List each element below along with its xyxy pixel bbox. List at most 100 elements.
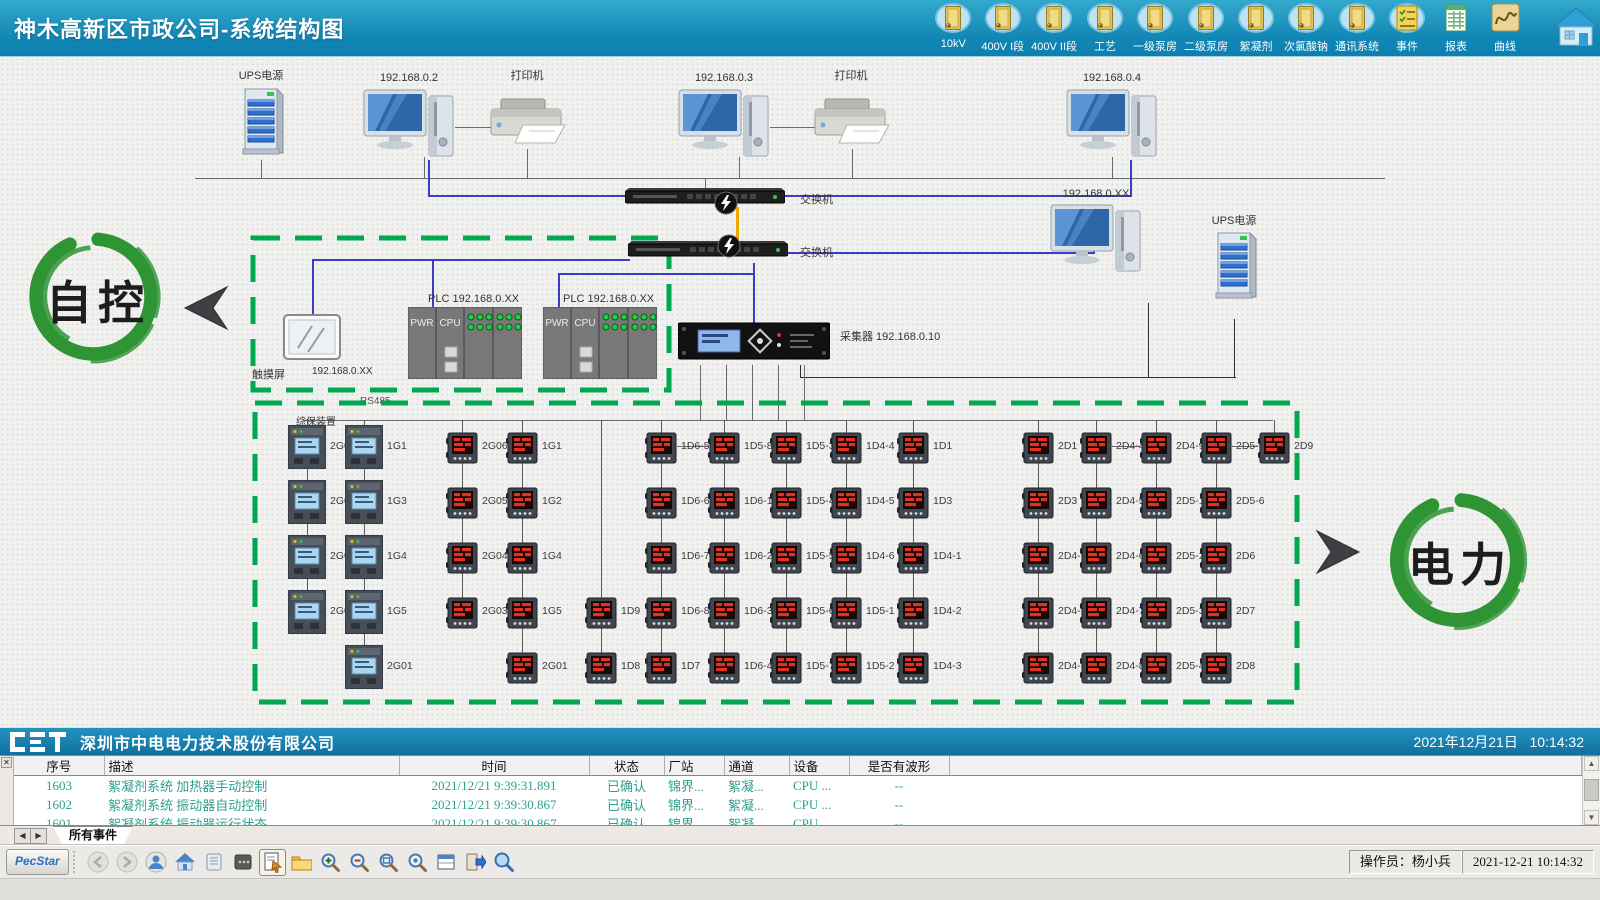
meter-2D3[interactable]	[1022, 487, 1054, 524]
meter-1D6-2[interactable]	[708, 542, 740, 579]
meter-1D1[interactable]	[897, 432, 929, 469]
meter-1D5-5[interactable]	[770, 542, 802, 579]
device-plc-2[interactable]: PWRCPU	[543, 307, 657, 384]
meter-1D7[interactable]	[645, 652, 677, 689]
meter-2D4-2[interactable]	[1022, 597, 1054, 634]
meter-2D1[interactable]	[1022, 432, 1054, 469]
meter-1D4-2[interactable]	[897, 597, 929, 634]
nav-item-hypochlorite[interactable]: 次氯酸钠	[1284, 3, 1328, 54]
tab-next-icon[interactable]: ▶	[31, 829, 46, 843]
meter-1D4-4[interactable]	[830, 432, 862, 469]
user-button[interactable]	[143, 849, 170, 876]
meter-2D4-8[interactable]	[1080, 652, 1112, 689]
zoom-reset-button[interactable]	[404, 849, 431, 876]
nav-item-pump-house-1[interactable]: 一级泵房	[1133, 3, 1177, 54]
notebook-button[interactable]	[201, 849, 228, 876]
relay-2G05[interactable]	[288, 480, 326, 529]
meter-1D9[interactable]	[585, 597, 617, 634]
column-header[interactable]: 设备	[789, 756, 849, 776]
scroll-up-icon[interactable]: ▲	[1584, 756, 1599, 771]
scroll-down-icon[interactable]: ▼	[1584, 810, 1599, 825]
nav-item-comm-system[interactable]: 通讯系统	[1335, 3, 1379, 54]
window-button[interactable]	[433, 849, 460, 876]
column-header[interactable]: 时间	[399, 756, 589, 776]
device-switch-2[interactable]	[628, 241, 788, 264]
device-switch-1[interactable]	[625, 188, 785, 211]
event-scrollbar[interactable]: ▲ ▼	[1582, 756, 1600, 825]
meter-1D5-3[interactable]	[770, 432, 802, 469]
event-row[interactable]: 1602絮凝剂系统 振动器自动控制2021/12/21 9:39:30.867已…	[14, 795, 1582, 814]
meter-1D6-1[interactable]	[708, 487, 740, 524]
device-touchscreen[interactable]	[283, 314, 341, 367]
meter-1D4-3[interactable]	[897, 652, 929, 689]
meter-1D5-6[interactable]	[770, 597, 802, 634]
meter-1G2[interactable]	[506, 487, 538, 524]
column-header[interactable]: 状态	[589, 756, 664, 776]
nav-item-events[interactable]: 事件	[1386, 3, 1428, 54]
meter-1D6-6[interactable]	[645, 487, 677, 524]
meter-1D4-6[interactable]	[830, 542, 862, 579]
scroll-thumb[interactable]	[1584, 779, 1599, 801]
meter-2D4-7[interactable]	[1080, 597, 1112, 634]
nav-item-gongyi[interactable]: 工艺	[1084, 3, 1126, 54]
device-pc-4[interactable]	[1050, 203, 1142, 284]
relay-2G03[interactable]	[288, 590, 326, 639]
meter-2D5-1[interactable]	[1140, 487, 1172, 524]
meter-2D8[interactable]	[1200, 652, 1232, 689]
meter-2D5-4[interactable]	[1140, 652, 1172, 689]
meter-1G5[interactable]	[506, 597, 538, 634]
relay-1G1[interactable]	[345, 425, 383, 474]
meter-1D5-7[interactable]	[770, 652, 802, 689]
exit-button[interactable]	[462, 849, 489, 876]
meter-2G04[interactable]	[446, 542, 478, 579]
meter-2D5-6[interactable]	[1200, 487, 1232, 524]
meter-2G01[interactable]	[506, 652, 538, 689]
meter-1D6-4[interactable]	[708, 652, 740, 689]
home-button[interactable]	[172, 849, 199, 876]
device-pc-1[interactable]	[363, 88, 455, 169]
device-pc-2[interactable]	[678, 88, 770, 169]
column-header[interactable]: 是否有波形	[849, 756, 949, 776]
meter-2D4-5[interactable]	[1080, 487, 1112, 524]
meter-2D4-4[interactable]	[1080, 432, 1112, 469]
panel-button[interactable]	[230, 849, 257, 876]
event-row[interactable]: 1601絮凝剂系统 振动器运行状态2021/12/21 9:39:30.867已…	[14, 814, 1582, 825]
nav-item-reports[interactable]: 报表	[1435, 3, 1477, 54]
device-ups-1[interactable]	[237, 83, 285, 164]
back-button[interactable]	[85, 849, 112, 876]
relay-2G04[interactable]	[288, 535, 326, 584]
nav-item-flocculant[interactable]: 絮凝剂	[1235, 3, 1277, 54]
nav-item-400v-duan2[interactable]: 400V II段	[1031, 3, 1077, 54]
column-header[interactable]: 通道	[724, 756, 789, 776]
forward-button[interactable]	[114, 849, 141, 876]
zoom-out-button[interactable]	[346, 849, 373, 876]
relay-2G06[interactable]	[288, 425, 326, 474]
tab-prev-icon[interactable]: ◀	[15, 829, 31, 843]
relay-1G3[interactable]	[345, 480, 383, 529]
tab-scroll-buttons[interactable]: ◀ ▶	[14, 828, 47, 844]
search-button[interactable]	[491, 849, 518, 876]
relay-1G4[interactable]	[345, 535, 383, 584]
meter-2D6[interactable]	[1200, 542, 1232, 579]
device-collector[interactable]	[678, 321, 830, 370]
nav-item-curves[interactable]: 曲线	[1484, 3, 1526, 54]
meter-1D6-7[interactable]	[645, 542, 677, 579]
column-header[interactable]: 厂站	[664, 756, 724, 776]
meter-1D6-8[interactable]	[645, 597, 677, 634]
meter-1D4-1[interactable]	[897, 542, 929, 579]
meter-2G06[interactable]	[446, 432, 478, 469]
device-printer-2[interactable]	[813, 93, 891, 152]
zoom-region-button[interactable]	[375, 849, 402, 876]
meter-1D3[interactable]	[897, 487, 929, 524]
pecstar-logo-button[interactable]: PecStar	[6, 849, 69, 875]
device-plc-1[interactable]: PWRCPU	[408, 307, 522, 384]
meter-2D9[interactable]	[1258, 432, 1290, 469]
close-icon[interactable]: ✕	[1, 757, 12, 768]
relay-1G5[interactable]	[345, 590, 383, 639]
meter-2D7[interactable]	[1200, 597, 1232, 634]
column-header[interactable]: 序号	[14, 756, 104, 776]
device-ups-2[interactable]	[1210, 227, 1258, 308]
meter-1D6-5[interactable]	[645, 432, 677, 469]
meter-2D4-1[interactable]	[1022, 542, 1054, 579]
meter-2D4-3[interactable]	[1022, 652, 1054, 689]
